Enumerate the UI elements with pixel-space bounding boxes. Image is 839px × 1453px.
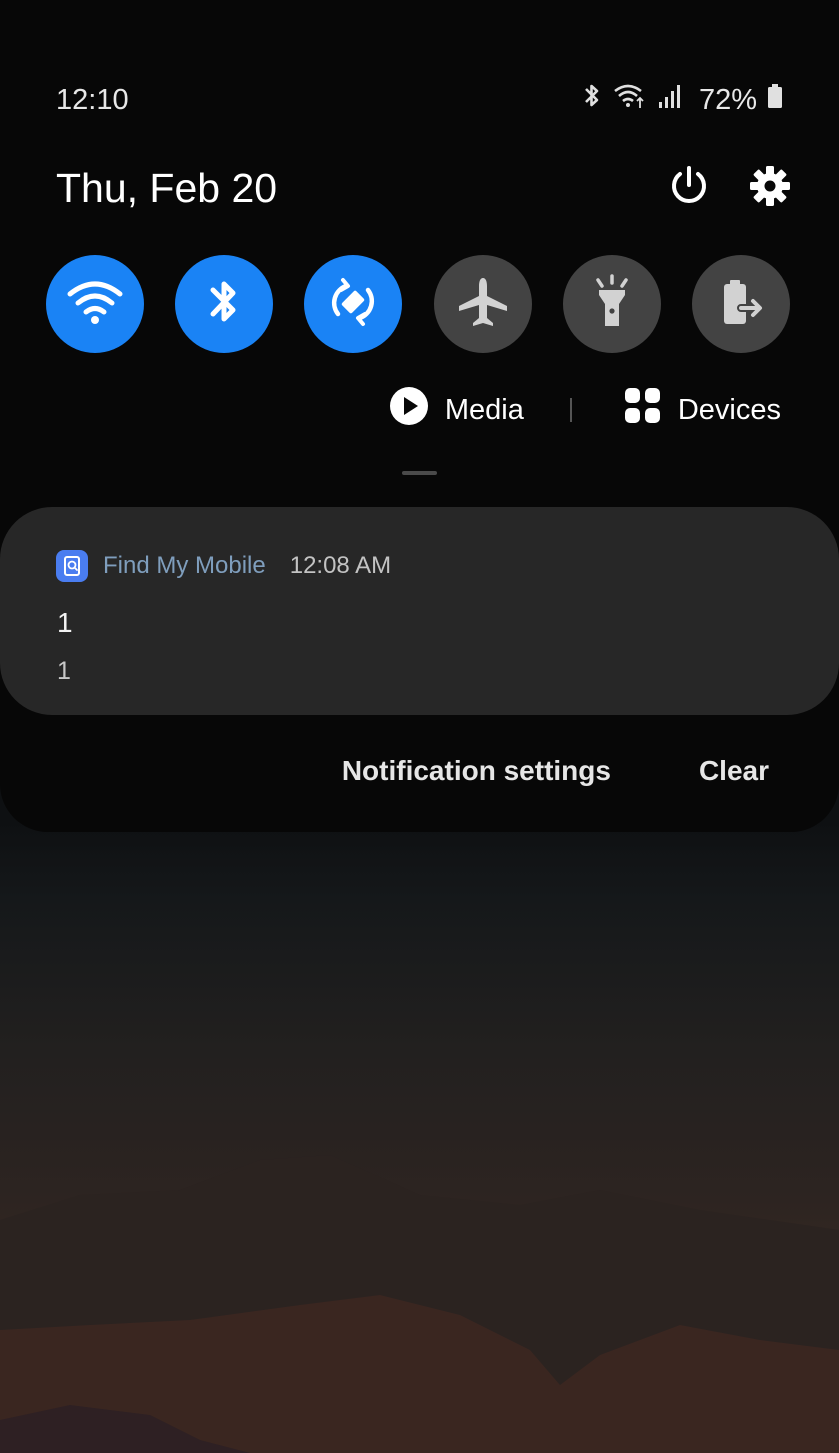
settings-icon[interactable]	[749, 165, 791, 212]
notification-time: 12:08 AM	[289, 552, 392, 579]
battery-percent: 72%	[698, 83, 757, 116]
divider	[569, 398, 572, 422]
notification-title: 1	[57, 607, 73, 638]
notification-app-name: Find My Mobile	[103, 552, 266, 579]
airplane-toggle[interactable]	[433, 255, 532, 353]
signal-icon	[657, 82, 683, 118]
devices-button[interactable]: Devices	[624, 387, 781, 433]
find-my-mobile-icon	[56, 550, 88, 582]
notification-settings-button[interactable]: Notification settings	[342, 755, 611, 787]
media-button[interactable]: Media	[389, 386, 524, 434]
notification-text: 1	[57, 657, 71, 685]
wallpaper-mountains	[0, 1155, 839, 1453]
auto-rotate-icon	[324, 273, 382, 336]
battery-icon	[767, 82, 783, 118]
auto-rotate-toggle[interactable]	[304, 255, 403, 353]
quick-settings	[46, 255, 790, 353]
secure-folder-toggle[interactable]	[691, 255, 790, 353]
flashlight-toggle[interactable]	[562, 255, 661, 353]
date-label: Thu, Feb 20	[56, 164, 278, 211]
bluetooth-icon	[581, 82, 603, 118]
bluetooth-toggle[interactable]	[175, 255, 274, 353]
devices-label: Devices	[677, 393, 781, 426]
notification-card[interactable]: Find My Mobile 12:08 AM 1 1	[0, 507, 839, 715]
drag-handle[interactable]	[402, 471, 437, 475]
clock: 12:10	[56, 83, 129, 116]
power-icon[interactable]	[667, 164, 711, 213]
wifi-icon	[613, 82, 647, 118]
wifi-toggle[interactable]	[46, 255, 144, 353]
flashlight-icon	[587, 273, 637, 336]
bluetooth-icon	[204, 276, 244, 333]
play-icon	[389, 386, 429, 434]
secure-folder-icon	[713, 274, 769, 335]
airplane-icon	[455, 274, 511, 335]
status-bar: 12:10 72%	[56, 80, 783, 120]
wifi-icon	[65, 277, 125, 332]
devices-icon	[624, 387, 662, 433]
notification-shade: 12:10 72% Thu, Feb 20 Media Devices Find…	[0, 0, 839, 832]
clear-button[interactable]: Clear	[699, 755, 769, 787]
media-label: Media	[444, 393, 524, 426]
